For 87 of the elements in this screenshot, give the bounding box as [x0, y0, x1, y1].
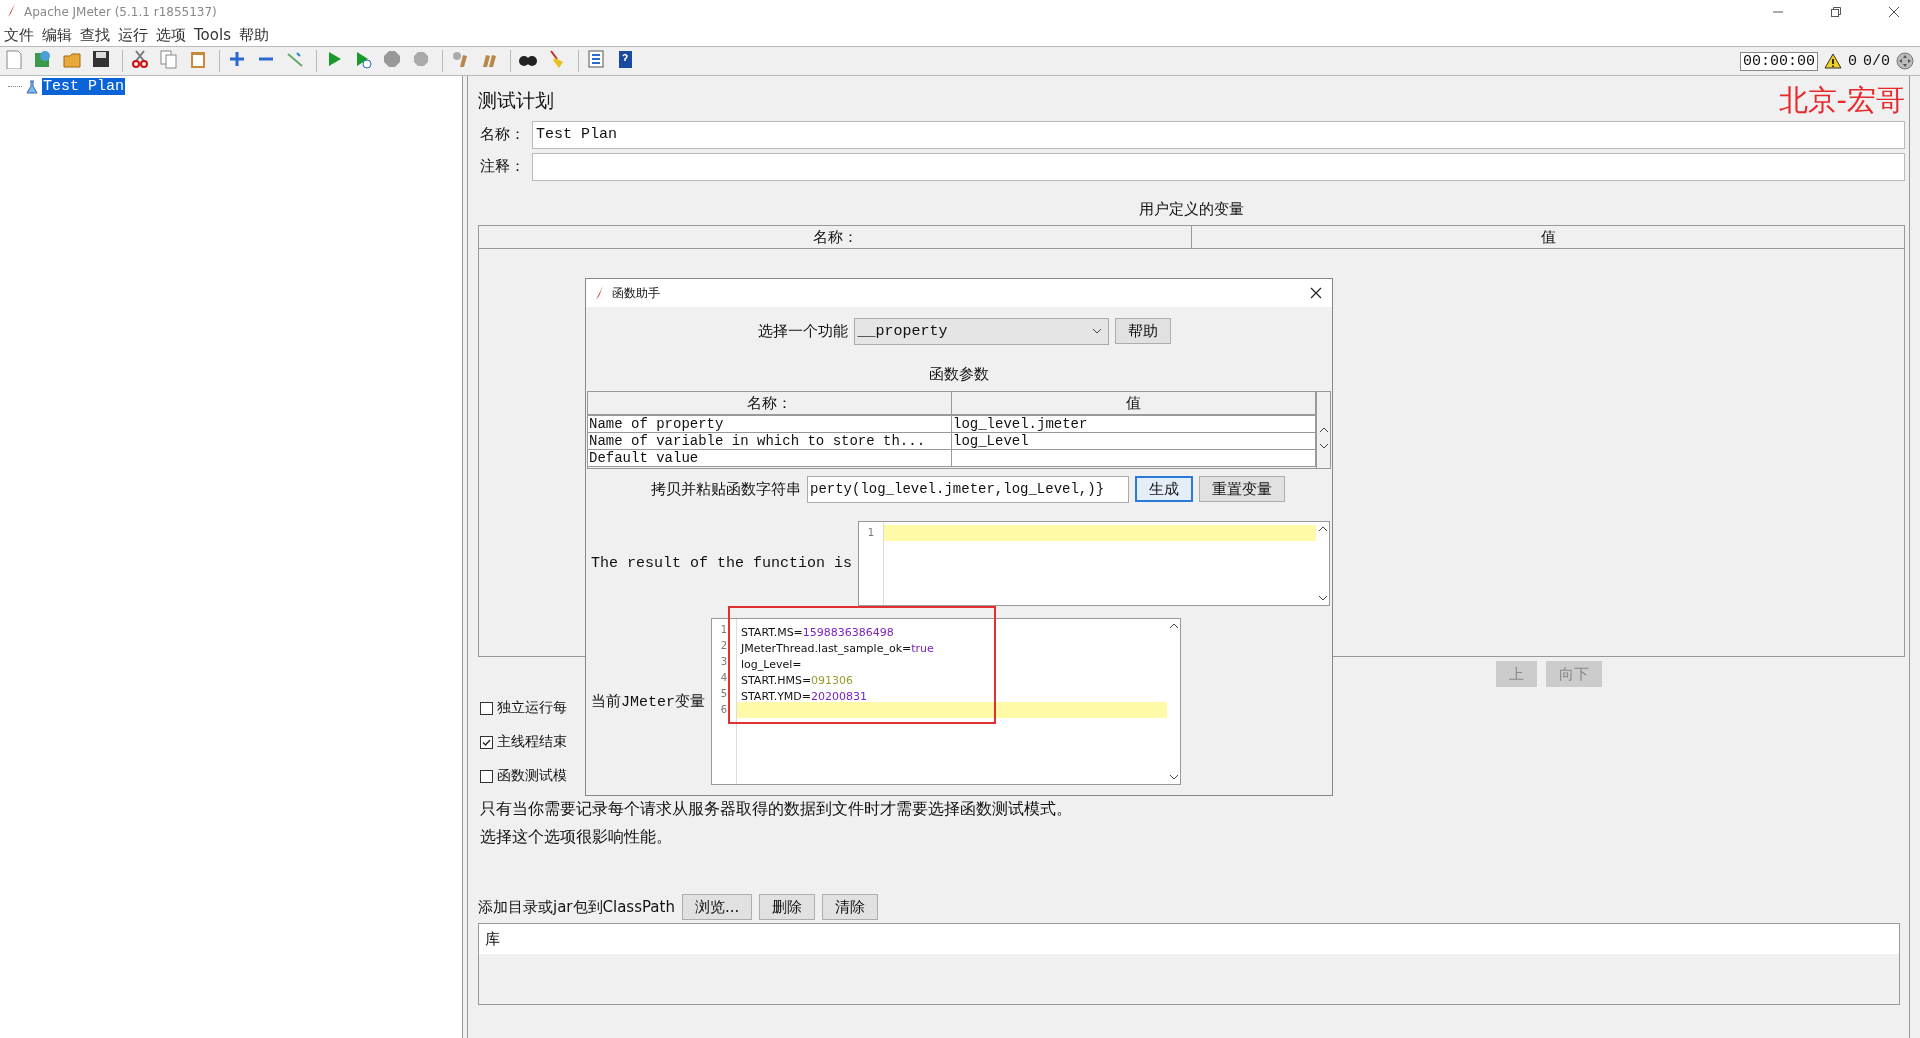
line-number: 3	[719, 655, 729, 669]
restore-icon[interactable]	[1830, 6, 1842, 18]
menu-item[interactable]: 帮助	[238, 25, 269, 45]
clipboard-icon[interactable]	[188, 49, 208, 69]
line-number: 1	[866, 526, 876, 540]
column-header: 名称：	[479, 226, 1192, 248]
line-number: 5	[719, 687, 729, 701]
table-cell: log_level.jmeter	[952, 416, 1316, 432]
checkbox[interactable]	[480, 769, 493, 783]
scroll-up-icon[interactable]	[1168, 623, 1179, 629]
checkbox-label: 主线程结束	[497, 733, 567, 751]
checkbox[interactable]	[480, 735, 493, 749]
flask-icon	[26, 79, 38, 94]
line-number: 4	[719, 671, 729, 685]
table-cell: Name of variable in which to store th...	[588, 433, 952, 449]
code-line: log_Level=	[740, 658, 802, 671]
stop-icon[interactable]	[382, 49, 402, 69]
window-title: Apache JMeter (5.1.1 r1855137)	[24, 5, 217, 19]
code-line: START.HMS=091306	[740, 674, 854, 687]
table-cell: log_Level	[952, 433, 1316, 449]
classpath-button[interactable]: 删除	[759, 894, 816, 920]
scroll-down-icon[interactable]	[1168, 774, 1179, 780]
table-cell: Name of property	[588, 416, 952, 432]
section-title: 函数参数	[928, 365, 990, 385]
menu-item[interactable]: 选项	[156, 25, 186, 45]
feather-icon	[596, 286, 604, 300]
checkbox-label: 独立运行每	[497, 699, 567, 717]
table-title: 用户定义的变量	[1138, 199, 1245, 220]
help-button[interactable]: 帮助	[1114, 318, 1171, 344]
remote-status-icon	[1896, 52, 1914, 70]
column-header: 值	[952, 392, 1316, 414]
column-header: 库	[485, 929, 500, 949]
scroll-down-icon[interactable]	[1318, 443, 1329, 449]
name-label: 名称：	[479, 125, 526, 144]
scissors-icon[interactable]	[130, 49, 150, 69]
timer-display: 00:00:00	[1739, 51, 1818, 71]
scroll-up-icon[interactable]	[1318, 427, 1329, 433]
classpath-button[interactable]: 清除	[822, 894, 879, 920]
help-text: 选择这个选项很影响性能。	[480, 826, 673, 848]
chevron-down-icon	[1091, 328, 1102, 334]
function-label: 选择一个功能	[757, 321, 848, 341]
feather-icon	[8, 3, 16, 17]
table-cell: Default value	[588, 450, 952, 466]
name-field[interactable]: Test Plan	[532, 120, 1905, 149]
templates-icon[interactable]	[33, 49, 53, 69]
column-header: 名称：	[588, 392, 952, 414]
dialog-button[interactable]: 生成	[1135, 476, 1193, 502]
code-line: JMeterThread.last_sample_ok=true	[739, 642, 934, 655]
line-number: 2	[719, 639, 729, 653]
close-icon[interactable]	[1310, 287, 1322, 299]
checkbox[interactable]	[480, 701, 493, 715]
menu-item[interactable]: 文件	[4, 25, 34, 45]
classpath-button[interactable]: 浏览...	[681, 894, 753, 920]
comment-label: 注释：	[479, 157, 526, 176]
plus-icon[interactable]	[227, 49, 247, 69]
result-area[interactable]: 1	[858, 521, 1331, 606]
scroll-down-icon[interactable]	[1317, 595, 1328, 601]
close-icon[interactable]	[1888, 6, 1900, 18]
panel-title: 测试计划	[478, 88, 555, 113]
checkbox-label: 函数测试模	[497, 767, 567, 785]
thread-count: 0/0	[1863, 52, 1890, 70]
menu-item[interactable]: 运行	[118, 25, 148, 45]
comment-field[interactable]	[532, 152, 1905, 181]
variables-label: 当前JMeter变量	[591, 692, 705, 711]
copy-label: 拷贝并粘贴函数字符串	[651, 479, 801, 499]
warning-icon	[1823, 53, 1842, 69]
code-line: START.MS=1598836386498	[740, 626, 894, 639]
dialog-title: 函数助手	[612, 284, 660, 302]
author-label: 北京-宏哥	[1778, 82, 1905, 118]
tree-item[interactable]: Test Plan	[42, 78, 125, 95]
menu-item[interactable]: Tools	[194, 26, 231, 44]
warning-count: 0	[1847, 52, 1857, 70]
code-line: START.YMD=20200831	[740, 690, 868, 703]
list-icon[interactable]	[586, 49, 606, 69]
menu-item[interactable]: 编辑	[42, 25, 72, 45]
help-text: 只有当你需要记录每个请求从服务器取得的数据到文件时才需要选择函数测试模式。	[480, 798, 1073, 820]
variables-area[interactable]: 1 2 3 4 5 6 START.MS=1598836386498 JMeterThread.last_sample_ok=true log_Level= START.HMS=091306 START.YMD=20200831	[711, 618, 1181, 785]
function-dropdown[interactable]: __property	[853, 317, 1109, 345]
line-number: 6	[719, 703, 729, 717]
function-string-field[interactable]: perty(log_level.jmeter,log_Level,)}	[807, 475, 1129, 503]
line-number: 1	[719, 623, 729, 637]
scroll-up-icon[interactable]	[1317, 526, 1328, 532]
column-header: 值	[1539, 227, 1557, 248]
menu-item[interactable]: 查找	[80, 25, 110, 45]
dialog-button[interactable]: 重置变量	[1199, 476, 1285, 502]
result-label: The result of the function is	[591, 555, 853, 572]
classpath-label: 添加目录或jar包到ClassPath	[478, 897, 675, 917]
